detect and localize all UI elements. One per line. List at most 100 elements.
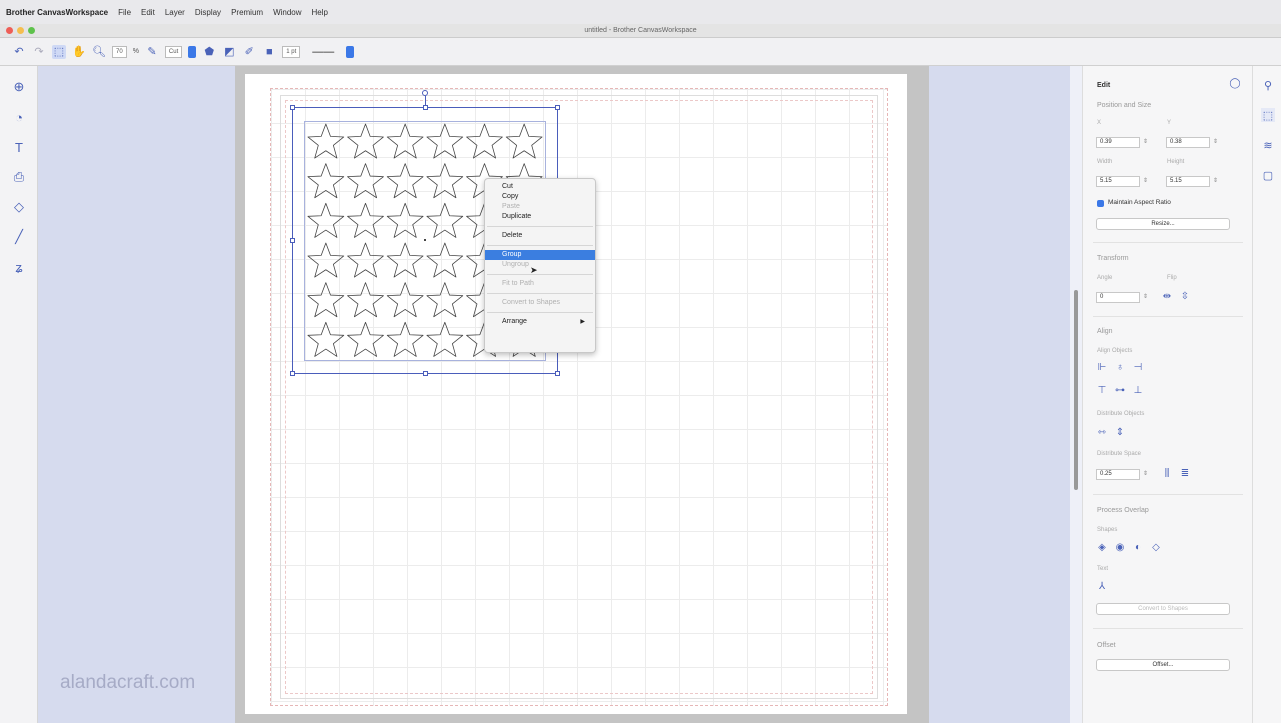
menu-layer[interactable]: Layer	[165, 8, 185, 17]
context-menu: Cut Copy Paste Duplicate Delete Group Un…	[484, 178, 596, 353]
offset-heading: Offset	[1097, 642, 1116, 649]
menu-item-duplicate[interactable]: Duplicate	[485, 212, 595, 222]
chat-icon[interactable]: ◯	[1229, 78, 1241, 90]
redo-icon[interactable]: ↷	[32, 45, 46, 59]
tab-object-properties-icon[interactable]: ⚲	[1261, 78, 1275, 92]
resize-button[interactable]: Resize...	[1096, 218, 1230, 230]
app-menu[interactable]: Brother CanvasWorkspace	[6, 8, 108, 17]
menu-file[interactable]: File	[118, 8, 131, 17]
resize-handle-ne[interactable]	[555, 105, 560, 110]
subtract-icon[interactable]: ◐	[1132, 542, 1144, 554]
shapes-icon[interactable]: ◔	[10, 108, 28, 126]
line-tool-icon[interactable]: ╱	[10, 228, 28, 246]
tab-layers-icon[interactable]: ≋	[1261, 138, 1275, 152]
flip-horizontal-icon[interactable]: ⇹	[1161, 291, 1173, 303]
line-width-input[interactable]: 1 pt	[282, 45, 301, 58]
space-vertical-icon[interactable]: ≣	[1179, 468, 1191, 480]
tab-page-icon[interactable]: ▢	[1261, 168, 1275, 182]
resize-handle-sw[interactable]	[290, 371, 295, 376]
fill-color-swatch[interactable]: ◩	[222, 45, 236, 59]
zoom-input[interactable]: 70	[112, 45, 127, 58]
print-icon[interactable]: ⎙	[10, 168, 28, 186]
offset-button[interactable]: Offset...	[1096, 659, 1230, 671]
menu-display[interactable]: Display	[195, 8, 221, 17]
pen-mode-icon[interactable]: ✎	[145, 45, 159, 59]
align-center-h-icon[interactable]: ♁	[1114, 362, 1126, 374]
space-stepper[interactable]: ⇕	[1143, 469, 1150, 480]
menu-item-copy[interactable]: Copy	[485, 192, 595, 202]
resize-handle-w[interactable]	[290, 238, 295, 243]
align-center-v-icon[interactable]: ⊶	[1114, 385, 1126, 397]
drop-shape-icon[interactable]: ◇	[10, 198, 28, 216]
mode-select[interactable]: Cut	[164, 45, 183, 58]
tab-edit-icon[interactable]: ⬚	[1261, 108, 1275, 122]
align-right-icon[interactable]: ⊣	[1132, 362, 1144, 374]
align-left-icon[interactable]: ⊩	[1096, 362, 1108, 374]
vertical-scrollbar[interactable]	[1074, 290, 1078, 490]
fill-icon[interactable]: ⬟	[202, 45, 216, 59]
menu-item-arrange[interactable]: Arrange ▶	[485, 317, 595, 327]
position-size-heading: Position and Size	[1097, 102, 1152, 109]
resize-handle-nw[interactable]	[290, 105, 295, 110]
distribute-objects-label: Distribute Objects	[1097, 411, 1145, 417]
center-point	[424, 239, 426, 241]
menu-item-delete[interactable]: Delete	[485, 231, 595, 241]
y-stepper[interactable]: ⇕	[1213, 137, 1220, 148]
align-bottom-icon[interactable]: ⊥	[1132, 385, 1144, 397]
space-input[interactable]: 0.25	[1096, 469, 1140, 480]
align-top-icon[interactable]: ⊤	[1096, 385, 1108, 397]
text-weld-icon[interactable]: ⅄	[1096, 581, 1108, 593]
select-tool-icon[interactable]: ⬚	[52, 44, 66, 59]
height-label: Height	[1167, 159, 1185, 165]
resize-handle-n[interactable]	[423, 105, 428, 110]
curve-tool-icon[interactable]: ʑ	[10, 258, 28, 276]
height-stepper[interactable]: ⇕	[1213, 176, 1220, 187]
angle-input[interactable]: 0	[1096, 292, 1140, 303]
stroke-pen-icon[interactable]: ✐	[242, 45, 256, 59]
menu-separator	[487, 245, 593, 246]
menu-help[interactable]: Help	[312, 8, 328, 17]
x-input[interactable]: 0.39	[1096, 137, 1140, 148]
rotate-handle[interactable]	[422, 90, 428, 96]
resize-handle-se[interactable]	[555, 371, 560, 376]
menu-item-cut[interactable]: Cut	[485, 182, 595, 192]
distribute-space-label: Distribute Space	[1097, 451, 1142, 457]
text-tool-icon[interactable]: T	[10, 138, 28, 156]
mode-dropdown-icon[interactable]	[188, 45, 197, 58]
menu-window[interactable]: Window	[273, 8, 301, 17]
zoom-tool-icon[interactable]: 🔍︎	[92, 45, 106, 59]
intersect-icon[interactable]: ◉	[1114, 542, 1126, 554]
window-title: untitled - Brother CanvasWorkspace	[584, 27, 697, 34]
hand-tool-icon[interactable]: ✋	[72, 45, 86, 59]
exclude-icon[interactable]: ◇	[1150, 542, 1162, 554]
mouse-cursor-icon: ➤	[530, 265, 538, 275]
angle-stepper[interactable]: ⇕	[1143, 292, 1150, 303]
line-style-dropdown-icon[interactable]	[346, 45, 355, 58]
height-input[interactable]: 5.15	[1166, 176, 1210, 187]
flip-vertical-icon[interactable]: ⇳	[1179, 291, 1191, 303]
menu-premium[interactable]: Premium	[231, 8, 263, 17]
undo-icon[interactable]: ↶	[12, 45, 26, 59]
weld-icon[interactable]: ◈	[1096, 542, 1108, 554]
mode-label: Cut	[168, 48, 179, 55]
width-input[interactable]: 5.15	[1096, 176, 1140, 187]
resize-handle-s[interactable]	[423, 371, 428, 376]
y-label: Y	[1167, 120, 1172, 126]
line-width-unit: pt	[291, 48, 297, 55]
line-style-icon[interactable]: ——	[306, 45, 340, 59]
import-icon[interactable]: ⊕	[10, 78, 28, 96]
width-stepper[interactable]: ⇕	[1143, 176, 1150, 187]
divider	[1093, 242, 1243, 243]
menu-item-group[interactable]: Group	[485, 250, 595, 260]
shapes-label: Shapes	[1097, 527, 1118, 533]
edit-panel: Edit ◯ Position and Size X Y 0.39 ⇕ 0.38…	[1082, 66, 1252, 723]
stroke-color-swatch[interactable]: ■	[262, 45, 276, 59]
space-horizontal-icon[interactable]: ⫼	[1161, 468, 1173, 480]
distribute-vertical-icon[interactable]: ⇕	[1114, 427, 1126, 439]
maintain-aspect-checkbox[interactable]	[1097, 200, 1104, 207]
x-stepper[interactable]: ⇕	[1143, 137, 1150, 148]
y-input[interactable]: 0.38	[1166, 137, 1210, 148]
menu-edit[interactable]: Edit	[141, 8, 155, 17]
distribute-horizontal-icon[interactable]: ⇿	[1096, 427, 1108, 439]
menu-item-convert-to-shapes: Convert to Shapes	[502, 299, 560, 306]
